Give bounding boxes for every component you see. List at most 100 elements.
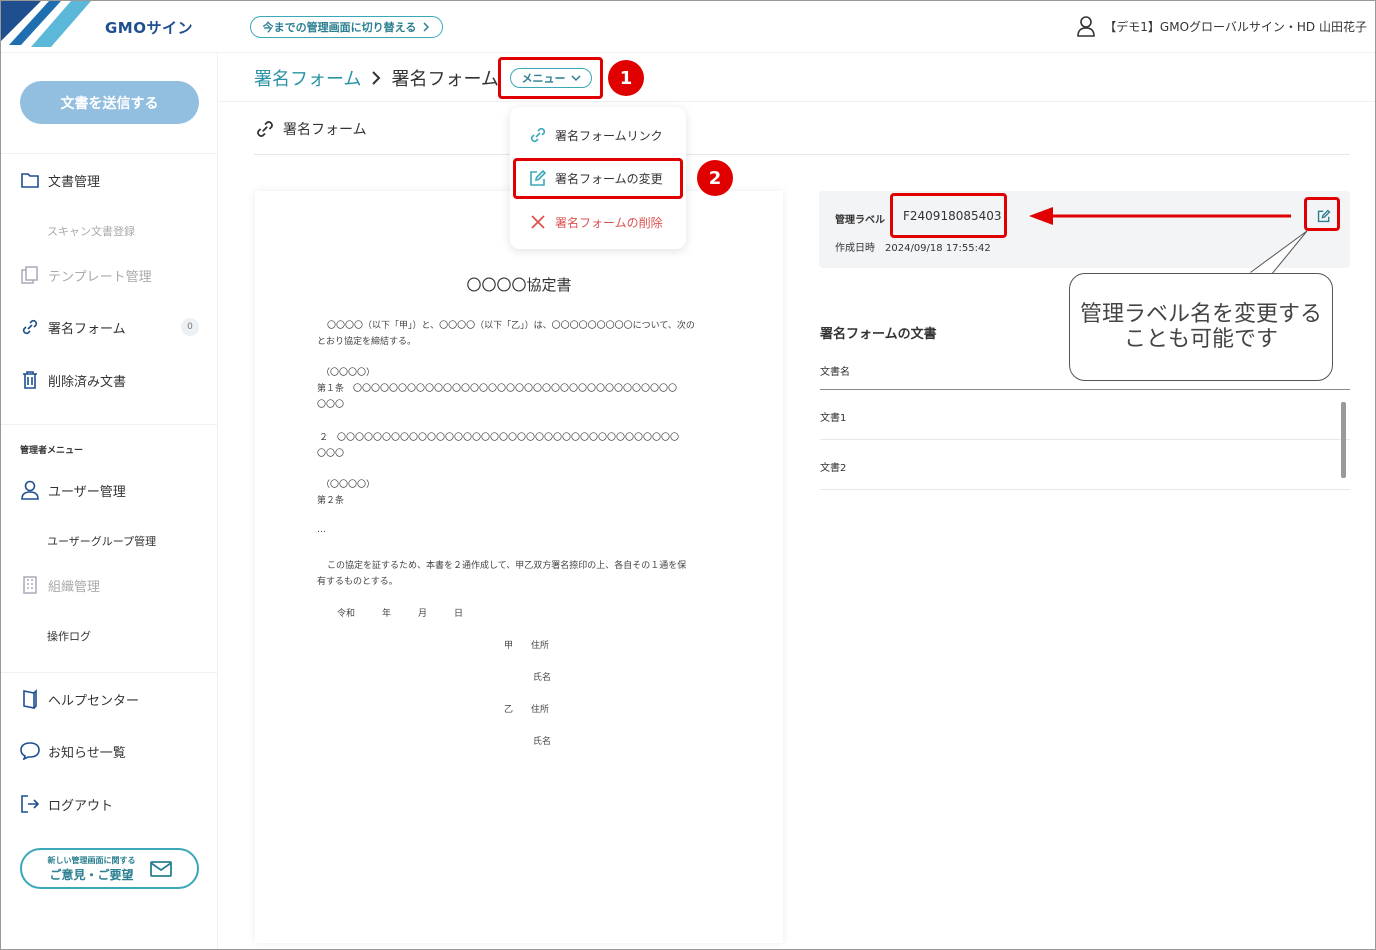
feedback-line1: 新しい管理画面に関する xyxy=(47,855,136,865)
step-marker-1: 1 xyxy=(608,60,644,96)
sidebar-item-label: テンプレート管理 xyxy=(48,269,152,285)
highlight-box-edit-item xyxy=(513,158,683,199)
highlight-box-menu xyxy=(498,57,603,99)
document-line: 第２条 xyxy=(317,496,345,506)
sidebar-item-label: 組織管理 xyxy=(48,579,101,595)
document-line: 〇〇〇 xyxy=(317,449,345,459)
section-heading-text: 署名フォーム xyxy=(283,122,367,138)
table-row-divider xyxy=(820,489,1350,490)
switch-legacy-button[interactable]: 今までの管理画面に切り替える xyxy=(250,16,443,38)
sidebar-item-operation-log[interactable]: 操作ログ xyxy=(47,628,91,644)
document-date-line: 令和 年 月 日 xyxy=(337,609,464,619)
sidebar-item-sign-form[interactable]: 署名フォーム xyxy=(20,316,126,338)
document-line: とおり協定を締結する。 xyxy=(317,337,417,347)
sidebar-item-deleted[interactable]: 削除済み文書 xyxy=(20,369,126,391)
menu-item-label: 署名フォームリンク xyxy=(555,128,663,143)
sidebar-divider xyxy=(1,153,217,154)
user-icon xyxy=(1077,16,1096,37)
highlight-box-label xyxy=(890,193,1007,238)
link-icon xyxy=(530,127,546,143)
document-signer-line: 甲 住所 xyxy=(504,641,550,651)
send-document-button[interactable]: 文書を送信する xyxy=(20,81,199,124)
document-line: 有するものとする。 xyxy=(317,577,398,587)
book-icon xyxy=(20,689,40,709)
callout-note: 管理ラベル名を変更することも可能です xyxy=(1069,273,1333,381)
documents-section-title: 署名フォームの文書 xyxy=(820,327,937,342)
sidebar-item-help[interactable]: ヘルプセンター xyxy=(20,688,139,710)
document-line: ２ 〇〇〇〇〇〇〇〇〇〇〇〇〇〇〇〇〇〇〇〇〇〇〇〇〇〇〇〇〇〇〇〇〇〇〇〇〇〇 xyxy=(319,433,680,443)
sidebar-item-label: 削除済み文書 xyxy=(48,374,127,390)
menu-item-delete-sign-form[interactable]: 署名フォームの削除 xyxy=(529,213,663,231)
menu-item-sign-form-link[interactable]: 署名フォームリンク xyxy=(529,126,663,144)
scrollbar-thumb[interactable] xyxy=(1341,402,1346,478)
sidebar-item-label: ログアウト xyxy=(48,798,114,814)
sidebar-item-documents[interactable]: 文書管理 xyxy=(20,169,100,191)
table-scrollbar[interactable] xyxy=(1340,394,1347,488)
chevron-right-icon xyxy=(372,71,381,85)
sidebar-item-user-groups[interactable]: ユーザーグループ管理 xyxy=(47,533,156,549)
column-header-document-name: 文書名 xyxy=(820,367,850,378)
created-at: 作成日時 2024/09/18 17:55:42 xyxy=(835,243,991,254)
link-icon xyxy=(257,121,273,137)
sidebar-item-label: 文書管理 xyxy=(48,174,101,190)
sidebar-divider xyxy=(1,672,217,673)
sidebar-item-templates[interactable]: テンプレート管理 xyxy=(20,264,152,286)
document-line: この協定を証するため、本書を２通作成して、甲乙双方署名捺印の上、各自その１通を保 xyxy=(327,561,687,571)
sidebar-item-scan[interactable]: スキャン文書登録 xyxy=(47,223,135,239)
feedback-text: 新しい管理画面に関する ご意見・ご要望 xyxy=(48,855,136,883)
trash-icon xyxy=(20,370,40,390)
chat-bubble-icon xyxy=(20,741,40,761)
document-line: … xyxy=(317,525,326,535)
sidebar-item-label: ユーザー管理 xyxy=(48,484,126,500)
logo-text[interactable]: GMOサイン xyxy=(105,17,193,38)
sidebar-item-users[interactable]: ユーザー管理 xyxy=(20,479,126,501)
sidebar-item-news[interactable]: お知らせ一覧 xyxy=(20,740,126,762)
close-icon xyxy=(531,215,545,229)
logo-mark-icon xyxy=(1,1,91,47)
document-title: 〇〇〇〇協定書 xyxy=(466,276,572,294)
folder-icon xyxy=(20,170,40,190)
template-icon xyxy=(20,265,40,285)
callout-tail xyxy=(1245,230,1308,276)
management-label-key: 管理ラベル xyxy=(835,215,885,226)
sidebar-item-label: 署名フォーム xyxy=(48,321,126,337)
chevron-right-icon xyxy=(423,22,430,32)
menu-item-label: 署名フォームの削除 xyxy=(555,215,663,230)
logout-icon xyxy=(20,794,40,814)
user-menu[interactable]: 【デモ1】GMOグローバルサイン・HD 山田花子 xyxy=(1076,15,1367,37)
sign-form-count-badge: 0 xyxy=(181,318,199,336)
document-preview: 〇〇〇〇協定書 〇〇〇〇（以下「甲」）と、〇〇〇〇（以下「乙」）は、〇〇〇〇〇〇… xyxy=(255,191,783,943)
page-title: 署名フォーム xyxy=(391,69,499,90)
mail-icon xyxy=(149,860,172,877)
app-window: GMOサイン 今までの管理画面に切り替える 【デモ1】GMOグローバルサイン・H… xyxy=(0,0,1376,950)
document-line: （〇〇〇〇） xyxy=(321,368,376,378)
table-row[interactable]: 文書2 xyxy=(820,459,846,474)
user-icon xyxy=(20,480,40,500)
table-header-divider xyxy=(820,389,1350,390)
table-row[interactable]: 文書1 xyxy=(820,409,846,424)
document-signer-line: 氏名 xyxy=(533,737,552,747)
step-marker-2: 2 xyxy=(697,160,733,196)
header-divider xyxy=(219,101,1375,102)
document-signer-line: 氏名 xyxy=(533,673,552,683)
feedback-button[interactable]: 新しい管理画面に関する ご意見・ご要望 xyxy=(20,848,199,889)
breadcrumb: 署名フォーム 署名フォーム xyxy=(254,65,499,91)
feedback-line2: ご意見・ご要望 xyxy=(49,867,134,882)
admin-menu-heading: 管理者メニュー xyxy=(20,446,84,456)
switch-legacy-label: 今までの管理画面に切り替える xyxy=(262,21,417,34)
breadcrumb-parent-link[interactable]: 署名フォーム xyxy=(254,65,361,91)
sidebar-item-logout[interactable]: ログアウト xyxy=(20,793,113,815)
document-line: 第１条 〇〇〇〇〇〇〇〇〇〇〇〇〇〇〇〇〇〇〇〇〇〇〇〇〇〇〇〇〇〇〇〇〇〇〇〇 xyxy=(317,384,678,394)
sidebar-item-organization[interactable]: 組織管理 xyxy=(20,574,100,596)
sidebar-divider xyxy=(1,424,217,425)
building-icon xyxy=(20,575,40,595)
table-row-divider xyxy=(820,439,1350,440)
sidebar: 文書を送信する 文書管理 スキャン文書登録 テンプレート管理 署名フォーム 0 … xyxy=(1,53,218,949)
top-header: GMOサイン 今までの管理画面に切り替える 【デモ1】GMOグローバルサイン・H… xyxy=(1,1,1375,53)
document-line: 〇〇〇〇（以下「甲」）と、〇〇〇〇（以下「乙」）は、〇〇〇〇〇〇〇〇〇について、… xyxy=(327,321,695,331)
section-divider xyxy=(254,154,1350,155)
sidebar-item-label: お知らせ一覧 xyxy=(48,745,126,761)
sidebar-item-label: ヘルプセンター xyxy=(48,693,140,709)
link-icon xyxy=(20,317,40,337)
annotation-arrow xyxy=(1029,207,1291,225)
